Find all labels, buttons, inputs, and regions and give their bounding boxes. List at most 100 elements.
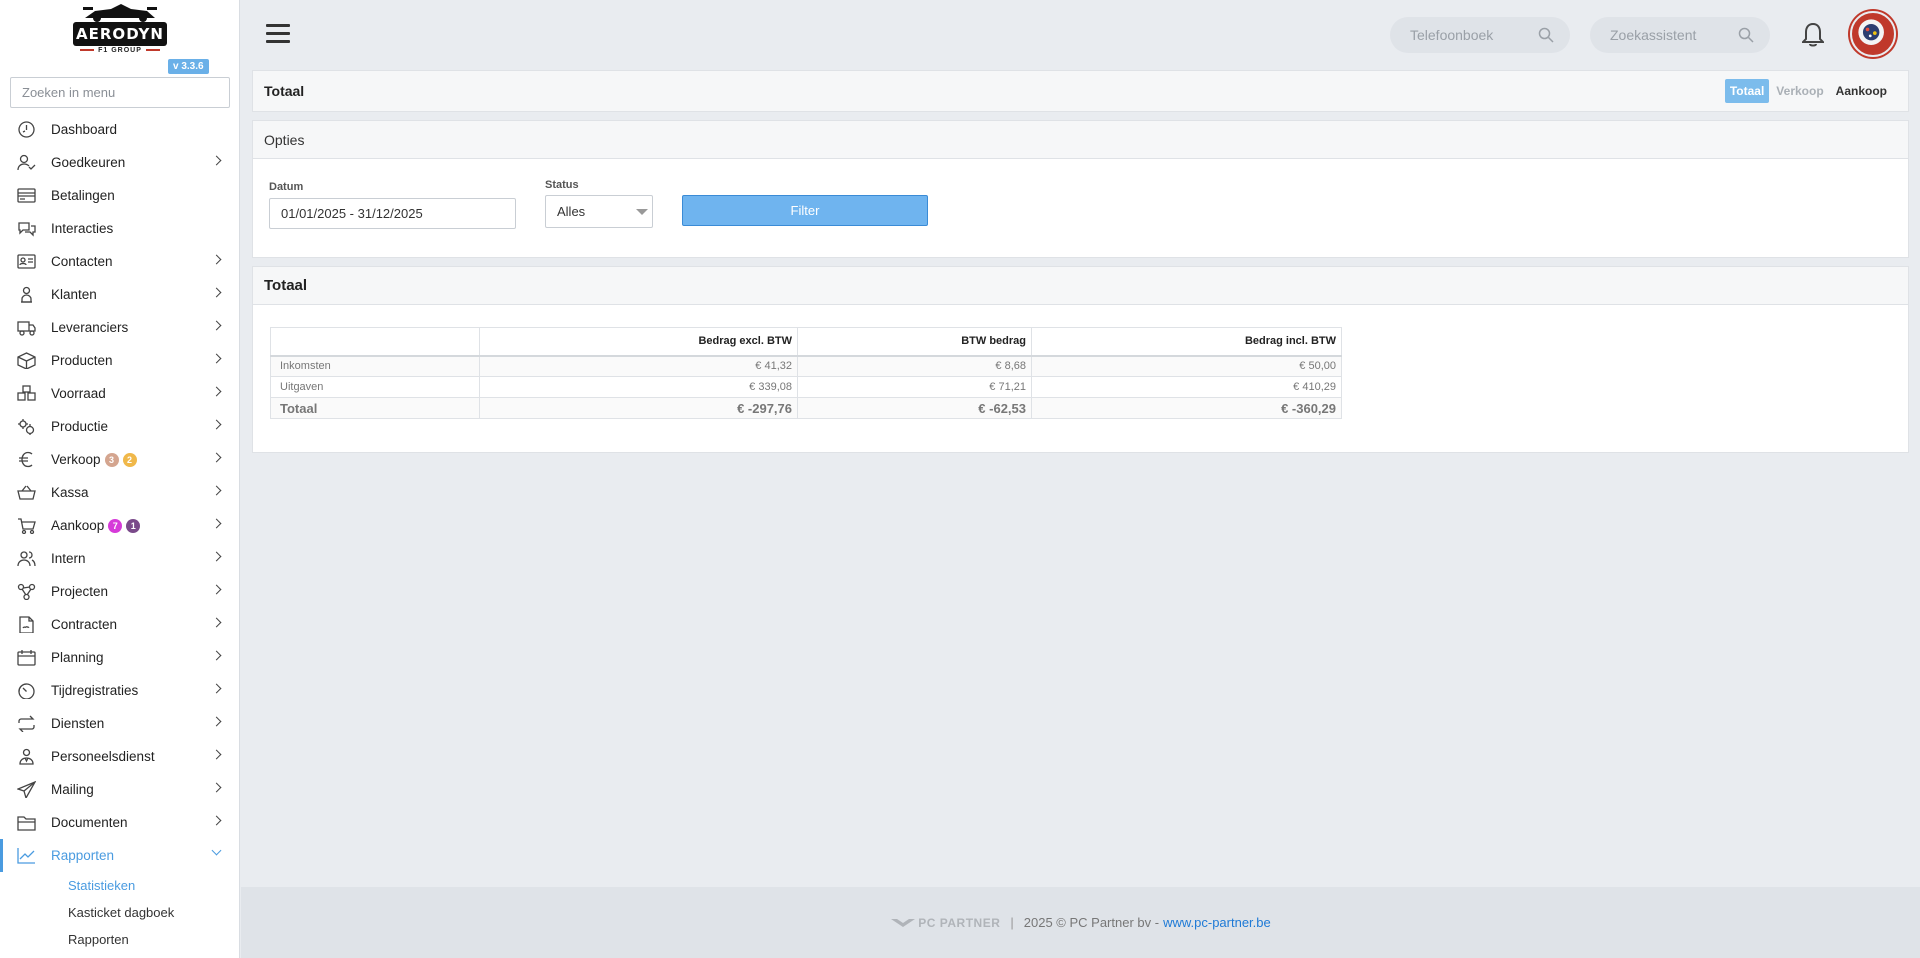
table-total-row: Totaal € -297,76 € -62,53 € -360,29 xyxy=(270,397,1342,419)
table-row: Uitgaven € 339,08 € 71,21 € 410,29 xyxy=(270,376,1342,398)
sidebar-item-dashboard[interactable]: Dashboard xyxy=(0,113,239,146)
tab-aankoop[interactable]: Aankoop xyxy=(1831,79,1892,103)
folder-icon xyxy=(16,814,36,832)
footer: PC PARTNER | 2025 © PC Partner bv - www.… xyxy=(241,887,1920,958)
options-panel: Opties Datum 01/01/2025 - 31/12/2025 Sta… xyxy=(252,120,1909,258)
sidebar-item-personeelsdienst[interactable]: Personeelsdienst xyxy=(0,740,239,773)
chevron-down-icon xyxy=(211,845,222,856)
sidebar-item-label: Leveranciers xyxy=(51,320,129,335)
totals-header: Totaal xyxy=(253,267,1908,305)
sidebar-item-aankoop[interactable]: Aankoop 7 1 xyxy=(0,509,239,542)
sidebar-item-documenten[interactable]: Documenten xyxy=(0,806,239,839)
date-range-input[interactable]: 01/01/2025 - 31/12/2025 xyxy=(269,198,516,229)
count-badge: 3 xyxy=(104,452,119,467)
sidebar-item-interacties[interactable]: Interacties xyxy=(0,212,239,245)
column-header-incl: Bedrag incl. BTW xyxy=(1031,327,1342,357)
options-header: Opties xyxy=(253,121,1908,159)
assistant-search[interactable]: Zoekassistent xyxy=(1590,17,1770,53)
sidebar-item-projecten[interactable]: Projecten xyxy=(0,575,239,608)
status-select-value: Alles xyxy=(557,204,586,219)
sidebar-item-label: Documenten xyxy=(51,815,128,830)
report-header: Totaal Totaal Verkoop Aankoop xyxy=(253,71,1908,111)
chevron-right-icon xyxy=(211,716,222,727)
table-row: Inkomsten € 41,32 € 8,68 € 50,00 xyxy=(270,355,1342,377)
total-label: Totaal xyxy=(270,397,480,419)
chevron-right-icon xyxy=(211,287,222,298)
count-badge: 2 xyxy=(122,452,137,467)
sidebar-item-label: Klanten xyxy=(51,287,97,302)
sidebar-item-kassa[interactable]: Kassa xyxy=(0,476,239,509)
sidebar-item-label: Interacties xyxy=(51,221,114,236)
submenu-item-statistieken[interactable]: Statistieken xyxy=(0,872,239,899)
chevron-right-icon xyxy=(211,386,222,397)
sidebar-item-label: Intern xyxy=(51,551,86,566)
topbar: Telefoonboek Zoekassistent xyxy=(241,0,1920,70)
calendar-icon xyxy=(16,649,36,667)
total-excl: € -297,76 xyxy=(479,397,798,419)
count-badge: 1 xyxy=(126,518,141,533)
sidebar-item-label: Tijdregistraties xyxy=(51,683,139,698)
sidebar-item-label: Producten xyxy=(51,353,113,368)
sidebar-item-label: Diensten xyxy=(51,716,105,731)
sidebar-item-leveranciers[interactable]: Leveranciers xyxy=(0,311,239,344)
chevron-right-icon xyxy=(211,683,222,694)
footer-divider: | xyxy=(1010,915,1014,930)
paper-plane-icon xyxy=(16,781,36,799)
cart-icon xyxy=(16,517,36,535)
sidebar-item-productie[interactable]: Productie xyxy=(0,410,239,443)
notification-bell-icon[interactable] xyxy=(1802,22,1824,48)
sidebar-item-goedkeuren[interactable]: Goedkeuren xyxy=(0,146,239,179)
aerodyn-logo[interactable]: AERODYN F1 GROUP xyxy=(73,2,167,56)
sidebar-item-klanten[interactable]: Klanten xyxy=(0,278,239,311)
contract-icon xyxy=(16,616,36,634)
tab-totaal[interactable]: Totaal xyxy=(1724,79,1770,103)
sidebar-item-producten[interactable]: Producten xyxy=(0,344,239,377)
tab-verkoop[interactable]: Verkoop xyxy=(1771,79,1828,103)
search-icon xyxy=(1538,27,1554,43)
user-avatar[interactable] xyxy=(1850,11,1896,57)
sidebar-item-planning[interactable]: Planning xyxy=(0,641,239,674)
cell-excl: € 339,08 xyxy=(479,376,798,398)
sidebar-item-diensten[interactable]: Diensten xyxy=(0,707,239,740)
count-badge: 7 xyxy=(108,518,123,533)
date-range-value: 01/01/2025 - 31/12/2025 xyxy=(281,206,423,221)
gears-icon xyxy=(16,418,36,436)
chevron-right-icon xyxy=(211,815,222,826)
hamburger-menu-icon[interactable] xyxy=(266,24,290,46)
search-icon xyxy=(1738,27,1754,43)
filter-button[interactable]: Filter xyxy=(682,195,928,226)
footer-link[interactable]: www.pc-partner.be xyxy=(1163,915,1271,930)
staff-icon xyxy=(16,748,36,766)
chat-bubbles-icon xyxy=(16,220,36,238)
sidebar-item-verkoop[interactable]: Verkoop 3 2 xyxy=(0,443,239,476)
assistant-search-placeholder: Zoekassistent xyxy=(1610,27,1697,43)
repeat-icon xyxy=(16,715,36,733)
person-icon xyxy=(16,286,36,304)
sidebar-item-tijdregistraties[interactable]: Tijdregistraties xyxy=(0,674,239,707)
sidebar-item-label: Projecten xyxy=(51,584,109,599)
phonebook-search[interactable]: Telefoonboek xyxy=(1390,17,1570,53)
sidebar-item-betalingen[interactable]: Betalingen xyxy=(0,179,239,212)
sidebar-item-rapporten[interactable]: Rapporten xyxy=(0,839,239,872)
sidebar-item-label: Dashboard xyxy=(51,122,118,137)
report-tabs: Totaal Verkoop Aankoop xyxy=(1724,79,1892,103)
sidebar-item-label: Goedkeuren xyxy=(51,155,126,170)
status-select[interactable]: Alles xyxy=(545,195,653,228)
column-header-empty xyxy=(270,327,480,357)
sidebar-item-label: Personeelsdienst xyxy=(51,749,155,764)
sidebar-item-contacten[interactable]: Contacten xyxy=(0,245,239,278)
sidebar-item-mailing[interactable]: Mailing xyxy=(0,773,239,806)
options-title: Opties xyxy=(264,131,305,148)
sidebar-item-voorraad[interactable]: Voorraad xyxy=(0,377,239,410)
sidebar-item-contracten[interactable]: Contracten xyxy=(0,608,239,641)
chevron-right-icon xyxy=(211,320,222,331)
table-header-row: Bedrag excl. BTW BTW bedrag Bedrag incl.… xyxy=(270,327,1342,357)
cell-btw: € 71,21 xyxy=(797,376,1032,398)
submenu-item-kasticket-dagboek[interactable]: Kasticket dagboek xyxy=(0,899,239,926)
sidebar-item-intern[interactable]: Intern xyxy=(0,542,239,575)
phonebook-search-placeholder: Telefoonboek xyxy=(1410,27,1494,43)
submenu-item-rapporten[interactable]: Rapporten xyxy=(0,926,239,953)
menu-search-input[interactable] xyxy=(10,77,230,108)
dashboard-icon xyxy=(16,121,36,139)
chevron-right-icon xyxy=(211,353,222,364)
